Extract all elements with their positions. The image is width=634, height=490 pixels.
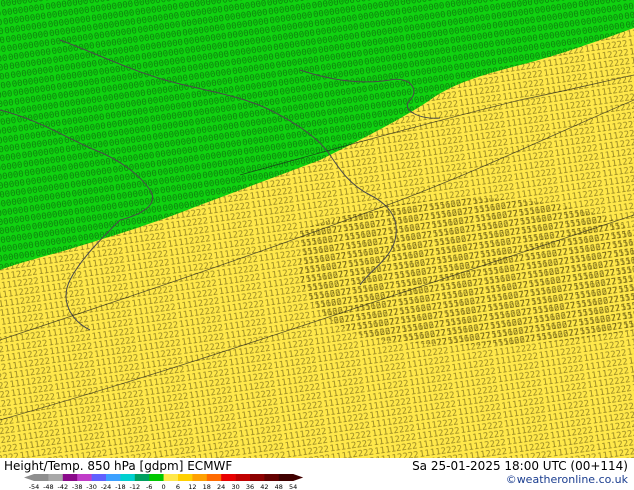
scale-swatch xyxy=(278,474,294,481)
scale-arrow-right xyxy=(293,474,304,481)
scale-tick-label: -6 xyxy=(146,483,152,490)
scale-tick-label: 6 xyxy=(176,483,180,490)
scale-swatch xyxy=(77,474,92,481)
scale-swatch xyxy=(206,474,222,481)
scale-tick-label: 12 xyxy=(188,483,196,490)
scale-tick-label: -42 xyxy=(57,483,68,490)
scale-swatch xyxy=(163,474,179,481)
scale-tick-label: 42 xyxy=(260,483,268,490)
map-canvas: 00000000 11112222 55566677 xyxy=(0,0,634,458)
scale-tick-label: 54 xyxy=(289,483,297,490)
scale-tick-label: 18 xyxy=(203,483,211,490)
valid-time: Sa 25-01-2025 18:00 UTC (00+114) xyxy=(412,459,628,473)
scale-swatch xyxy=(178,474,193,481)
scale-tick-label: -54 xyxy=(29,483,40,490)
scale-tick-label: -24 xyxy=(101,483,112,490)
scale-swatch xyxy=(120,474,136,481)
scale-swatch xyxy=(134,474,150,481)
map-title: Height/Temp. 850 hPa [gdpm] ECMWF xyxy=(4,459,233,473)
scale-tick-label: 24 xyxy=(217,483,225,490)
scale-tick-label: -12 xyxy=(129,483,140,490)
scale-swatch xyxy=(62,474,78,481)
scale-swatch xyxy=(106,474,121,481)
scale-tick-label: 48 xyxy=(275,483,283,490)
scale-swatch xyxy=(48,474,64,481)
scale-swatch xyxy=(34,474,49,481)
scale-swatch xyxy=(91,474,107,481)
scale-swatch xyxy=(149,474,164,481)
scale-swatch xyxy=(221,474,236,481)
scale-tick-label: -38 xyxy=(72,483,83,490)
scale-tick-label: 30 xyxy=(231,483,239,490)
scale-swatch xyxy=(264,474,280,481)
temperature-color-scale: -54 -48 -42 -38 -30 -24 -18 -12 -6 0 6 12 18 24 30 36 42… xyxy=(24,474,304,490)
map-footer: Height/Temp. 850 hPa [gdpm] ECMWF Sa 25-… xyxy=(0,458,634,490)
scale-tick-label: -30 xyxy=(86,483,97,490)
scale-tick-label: 36 xyxy=(246,483,254,490)
scale-tick-label: 0 xyxy=(162,483,166,490)
site-credit[interactable]: ©weatheronline.co.uk xyxy=(506,473,628,486)
scale-arrow-left xyxy=(24,474,34,481)
temperature-map: 00000000 11112222 55566677 xyxy=(0,0,634,458)
scale-swatch xyxy=(235,474,251,481)
scale-tick-label: -18 xyxy=(115,483,126,490)
warm-core-digit-texture xyxy=(300,198,634,346)
scale-tick-label: -48 xyxy=(43,483,54,490)
scale-swatch xyxy=(250,474,265,481)
scale-swatch xyxy=(192,474,208,481)
